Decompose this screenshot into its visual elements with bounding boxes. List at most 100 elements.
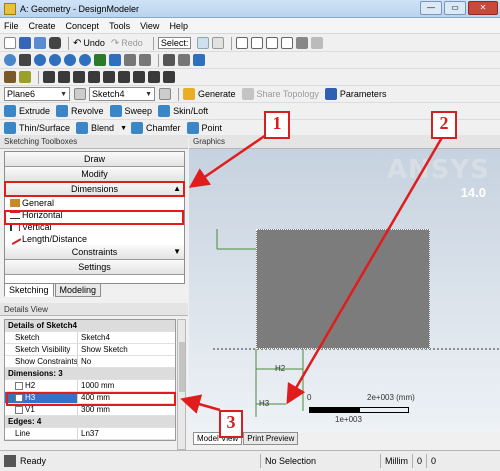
share-topology-icon [241,88,254,100]
menu-view[interactable]: View [140,21,159,31]
polyline-tool-icon[interactable] [103,71,115,83]
tool-general-label: General [22,198,55,208]
iso-view-icon[interactable] [109,54,121,66]
thin-surface-button[interactable]: Thin/Surface [19,123,70,133]
revolve-button[interactable]: Revolve [71,106,104,116]
spline-tool-icon[interactable] [73,71,85,83]
tab-modeling[interactable]: Modeling [54,283,102,297]
tab-print-preview[interactable]: Print Preview [243,432,299,445]
section-constraints-label: Constraints [71,247,118,257]
zoom-box-icon[interactable] [49,54,61,66]
graphics-viewport[interactable]: ANSYS 14.0 H2 H3 0 2e+003 (mm) 1e+003 [189,149,500,432]
extend-selection-icon[interactable] [296,37,309,49]
table-row[interactable]: Sketch Visibility Show Sketch [5,344,175,356]
blend-button[interactable]: Blend [91,123,114,133]
scrollbar-thumb[interactable] [179,342,185,392]
menu-file[interactable]: File [4,21,19,31]
undo-button[interactable]: Undo [83,38,105,48]
new-icon[interactable] [4,37,16,49]
table-row[interactable]: Show Constraints? No [5,356,175,368]
display-plane-icon[interactable] [193,54,205,66]
new-sketch-icon[interactable] [159,88,171,100]
zoom-fit-icon[interactable] [64,54,76,66]
tool-general[interactable]: General [5,197,184,209]
parameters-button[interactable]: Parameters [340,89,387,99]
generate-button[interactable]: Generate [198,89,236,99]
row-key: Sketch [5,332,78,343]
section-settings[interactable]: Settings [5,260,184,275]
display-model-icon[interactable] [4,71,16,83]
circle-tool-icon[interactable] [88,71,100,83]
details-scrollbar[interactable] [177,319,186,450]
row-value: No [81,357,92,366]
tab-sketching[interactable]: Sketching [4,283,54,297]
select-face-icon[interactable] [266,37,279,49]
separator [231,36,233,50]
pan-icon[interactable] [19,54,31,66]
rotate-icon[interactable] [4,54,16,66]
line-tool-icon[interactable] [43,71,55,83]
details-group-dimensions[interactable]: Dimensions: 3 [5,368,175,380]
minimize-button[interactable]: — [420,1,442,15]
zoom-icon[interactable] [34,54,46,66]
maximize-button[interactable]: ▭ [444,1,466,15]
redo-icon: ↷ [110,37,120,49]
sketch-tool-icon[interactable] [163,54,175,66]
menu-help[interactable]: Help [169,21,188,31]
screenshot-icon[interactable] [49,37,61,49]
arc-tool-icon[interactable] [58,71,70,83]
extrude-button[interactable]: Extrude [19,106,50,116]
table-row[interactable]: Sketch Sketch4 [5,332,175,344]
menu-tools[interactable]: Tools [109,21,130,31]
point-button[interactable]: Point [202,123,223,133]
export-icon[interactable] [34,37,46,49]
sketch-rectangle[interactable] [256,229,430,349]
body-filter-icon[interactable] [311,37,324,49]
table-row[interactable]: Line Ln37 [5,428,175,440]
skin-loft-button[interactable]: Skin/Loft [173,106,208,116]
select-pointer-icon[interactable] [197,37,210,49]
section-constraints[interactable]: Constraints ▼ [5,245,184,260]
select-edge-icon[interactable] [251,37,264,49]
arrow-tool-icon[interactable] [163,71,175,83]
magnifier-icon[interactable] [79,54,91,66]
point-tool-icon[interactable] [133,71,145,83]
select-body-icon[interactable] [281,37,294,49]
scale-bar-fill [310,408,360,412]
chevron-down-icon[interactable]: ▼ [120,125,127,132]
parameter-checkbox[interactable] [15,381,23,390]
chamfer-button[interactable]: Chamfer [146,123,181,133]
scale-bar [309,407,409,413]
plane-dropdown[interactable]: Plane6 ▼ [4,87,70,101]
annotation-box-dimensions [4,181,185,197]
close-button[interactable]: ✕ [468,1,498,15]
menu-concept[interactable]: Concept [66,21,100,31]
new-plane-icon[interactable] [74,88,86,100]
undo-icon[interactable]: ↶ [73,38,81,49]
select-mode-icon[interactable] [212,37,225,49]
display-edges-icon[interactable] [19,71,31,83]
save-icon[interactable] [19,37,31,49]
dimension-h2-label[interactable]: H2 [275,364,285,373]
menu-create[interactable]: Create [29,21,56,31]
offset-tool-icon[interactable] [148,71,160,83]
section-draw[interactable]: Draw [5,152,184,167]
details-group-edges[interactable]: Edges: 4 [5,416,175,428]
details-group-sketch[interactable]: Details of Sketch4 [5,320,175,332]
parameter-checkbox[interactable] [15,405,23,414]
tool-length-distance[interactable]: Length/Distance [5,233,184,245]
look-at-icon[interactable] [94,54,106,66]
sketch-dropdown[interactable]: Sketch4 ▼ [89,87,155,101]
rectangle-tool-icon[interactable] [118,71,130,83]
sweep-button[interactable]: Sweep [125,106,153,116]
dimension-h3-label[interactable]: H3 [259,399,269,408]
table-row[interactable]: H2 1000 mm [5,380,175,392]
select-point-icon[interactable] [236,37,249,49]
previous-view-icon[interactable] [124,54,136,66]
tool-icon[interactable] [178,54,190,66]
next-view-icon[interactable] [139,54,151,66]
section-modify[interactable]: Modify [5,167,184,182]
tool-length-label: Length/Distance [22,234,88,244]
details-table: Details of Sketch4 Sketch Sketch4 Sketch … [4,319,176,441]
extrude-icon [4,105,16,117]
